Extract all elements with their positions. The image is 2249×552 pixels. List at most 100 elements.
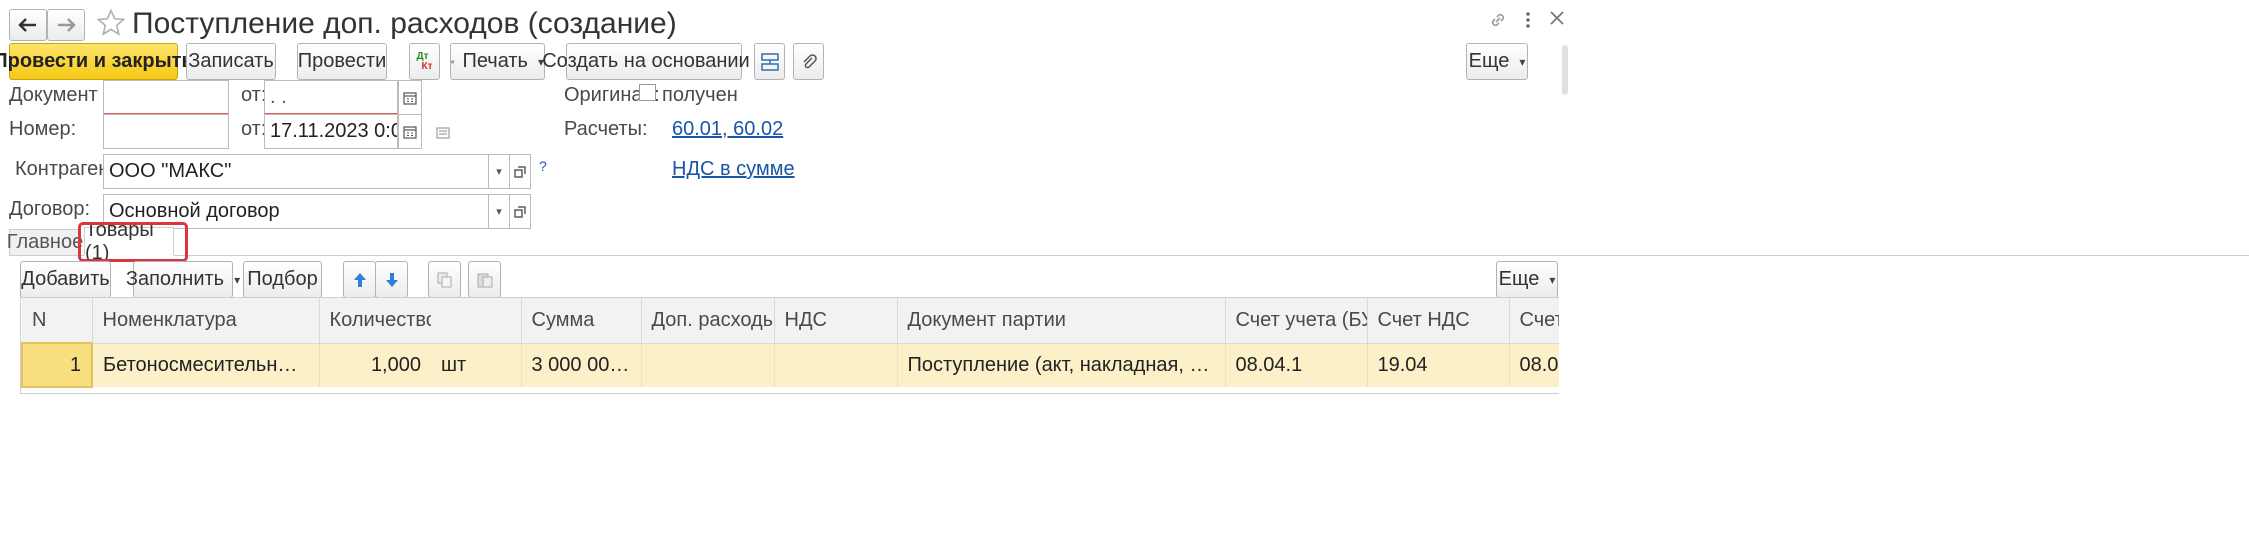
- print-button[interactable]: Печать ▾: [450, 43, 545, 80]
- cell-vat[interactable]: [774, 343, 898, 387]
- calendar-button-2[interactable]: [398, 114, 422, 149]
- col-vat[interactable]: НДС: [774, 298, 898, 344]
- back-button[interactable]: [9, 9, 47, 41]
- paste-icon: [477, 273, 492, 287]
- table-more-button[interactable]: Еще ▾: [1496, 261, 1558, 298]
- attach-button[interactable]: [793, 43, 824, 80]
- kebab-menu-icon[interactable]: [1522, 10, 1534, 36]
- chevron-down-icon: ▾: [234, 272, 241, 287]
- cell-qty[interactable]: 1,000: [319, 343, 431, 387]
- more-button[interactable]: Еще ▾: [1466, 43, 1528, 80]
- more-label: Еще: [1468, 50, 1510, 72]
- copy-icon: [437, 272, 451, 287]
- chevron-down-icon: ▾: [1549, 272, 1556, 287]
- structure-button[interactable]: [754, 43, 785, 80]
- tab-main[interactable]: Главное: [7, 229, 83, 256]
- vertical-scrollbar[interactable]: [1562, 45, 1568, 95]
- document-number-input[interactable]: [103, 80, 229, 115]
- contract-dropdown-button[interactable]: ▾: [488, 194, 510, 229]
- calendar-icon: [403, 91, 417, 105]
- fill-button[interactable]: Заполнить ▾: [126, 261, 240, 298]
- post-and-close-button[interactable]: Провести и закрыть: [0, 43, 194, 80]
- move-up-button[interactable]: [343, 261, 376, 298]
- original-received-checkbox[interactable]: [639, 84, 656, 101]
- number-label: Номер:: [9, 118, 77, 140]
- settlements-accounts-link[interactable]: 60.01, 60.02: [672, 118, 783, 141]
- save-button[interactable]: Записать: [186, 43, 276, 80]
- cell-account-more[interactable]: 08.04.: [1509, 343, 1559, 387]
- close-icon[interactable]: [1548, 9, 1566, 33]
- col-item[interactable]: Номенклатура: [92, 298, 320, 344]
- number-date-input[interactable]: 17.11.2023 0:00:00: [264, 114, 398, 149]
- print-label: Печать: [462, 50, 528, 72]
- vat-in-sum-link[interactable]: НДС в сумме: [672, 158, 795, 181]
- goods-table-container: N Номенклатура Количество Сумма Доп. рас…: [20, 297, 1559, 394]
- arrow-up-icon: [353, 272, 366, 287]
- original-received-label: получен: [662, 84, 738, 106]
- tabs-baseline: [9, 255, 2249, 256]
- calendar-icon: [403, 125, 417, 139]
- col-n[interactable]: N: [22, 298, 93, 344]
- tab-goods-highlight: [78, 222, 188, 262]
- cell-sum[interactable]: 3 000 000,00: [521, 343, 642, 387]
- calendar-button[interactable]: [398, 80, 422, 115]
- arrow-down-icon: [385, 272, 398, 287]
- table-header-row: N Номенклатура Количество Сумма Доп. рас…: [22, 298, 1559, 344]
- add-button[interactable]: Добавить: [20, 261, 111, 298]
- dt-kt-button[interactable]: Дт Кт: [409, 43, 440, 80]
- create-based-on-label: Создать на основании: [542, 50, 750, 72]
- dt-kt-icon: Дт Кт: [416, 50, 433, 72]
- page-title: Поступление доп. расходов (создание): [132, 7, 677, 40]
- comment-icon[interactable]: [436, 122, 450, 145]
- chevron-down-icon: ▾: [1519, 54, 1526, 69]
- table-row[interactable]: 1 Бетоносмесительная установк... 1,000 ш…: [21, 342, 1559, 388]
- cell-n[interactable]: 1: [21, 342, 93, 388]
- counterparty-input[interactable]: ООО "МАКС": [103, 154, 489, 189]
- from-label: от:: [241, 84, 267, 106]
- col-sum[interactable]: Сумма: [521, 298, 642, 344]
- document-date-input[interactable]: . .: [264, 80, 398, 115]
- chevron-down-icon: ▾: [496, 166, 502, 178]
- pick-button[interactable]: Подбор: [243, 261, 322, 298]
- link-icon[interactable]: [1488, 10, 1508, 36]
- cell-batch-document[interactable]: Поступление (акт, накладная, УПД) 0000-0…: [897, 343, 1226, 387]
- col-batch-document[interactable]: Документ партии: [897, 298, 1226, 344]
- help-icon[interactable]: ?: [539, 158, 547, 174]
- paperclip-icon: [802, 53, 817, 68]
- table-more-label: Еще: [1498, 268, 1540, 290]
- post-button[interactable]: Провести: [297, 43, 387, 80]
- arrow-right-icon: [58, 18, 76, 32]
- copy-button[interactable]: [428, 261, 461, 298]
- favorite-star-icon[interactable]: [96, 8, 126, 44]
- cell-unit[interactable]: шт: [431, 343, 522, 387]
- settlements-label: Расчеты:: [564, 118, 648, 140]
- counterparty-dropdown-button[interactable]: ▾: [488, 154, 510, 189]
- contract-label: Договор:: [9, 198, 91, 220]
- structure-icon: [760, 52, 779, 71]
- col-account-more[interactable]: Счет у: [1509, 298, 1559, 344]
- goods-table: N Номенклатура Количество Сумма Доп. рас…: [21, 298, 1559, 388]
- open-icon: [514, 205, 526, 218]
- cell-account-bu[interactable]: 08.04.1: [1225, 343, 1368, 387]
- contract-open-button[interactable]: [509, 194, 531, 229]
- col-account-vat[interactable]: Счет НДС: [1367, 298, 1510, 344]
- number-from-label: от:: [241, 118, 267, 140]
- cell-extra-expenses[interactable]: [641, 343, 775, 387]
- cell-account-vat[interactable]: 19.04: [1367, 343, 1510, 387]
- col-qty[interactable]: Количество: [319, 298, 431, 344]
- arrow-left-icon: [18, 18, 36, 32]
- paste-button[interactable]: [468, 261, 501, 298]
- col-unit[interactable]: [431, 298, 522, 344]
- forward-button[interactable]: [47, 9, 85, 41]
- open-icon: [514, 165, 526, 178]
- printer-icon: [451, 60, 455, 63]
- counterparty-open-button[interactable]: [509, 154, 531, 189]
- number-input[interactable]: [103, 114, 229, 149]
- col-account-bu[interactable]: Счет учета (БУ): [1225, 298, 1368, 344]
- col-extra-expenses[interactable]: Доп. расходы: [641, 298, 775, 344]
- chevron-down-icon: ▾: [496, 206, 502, 218]
- cell-item[interactable]: Бетоносмесительная установк...: [92, 343, 320, 387]
- fill-label: Заполнить: [125, 268, 225, 290]
- move-down-button[interactable]: [375, 261, 408, 298]
- create-based-on-button[interactable]: Создать на основании ▾: [542, 43, 766, 80]
